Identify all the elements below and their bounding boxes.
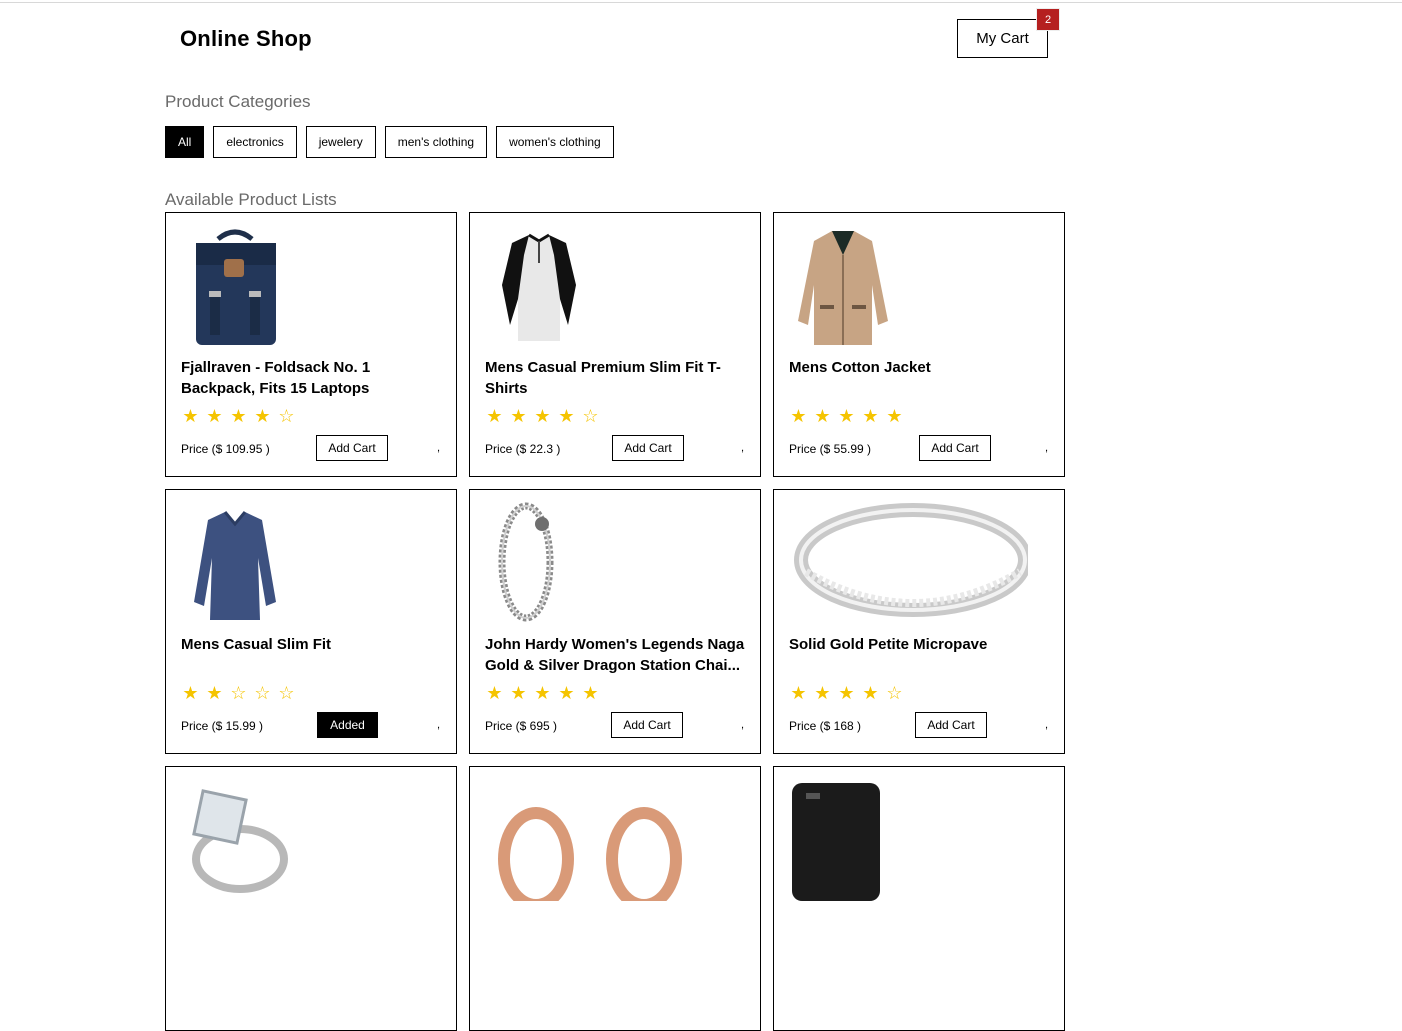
my-cart-button[interactable]: My Cart	[957, 19, 1048, 58]
category-mens-clothing[interactable]: men's clothing	[384, 126, 488, 158]
product-price: Price ($ 22.3 )	[485, 442, 561, 456]
rating-stars: ★ ★ ★ ★ ☆	[789, 683, 904, 703]
category-electronics[interactable]: electronics	[213, 126, 297, 158]
star-filled-icon: ★	[862, 406, 879, 426]
category-all[interactable]: All	[165, 126, 205, 158]
product-title: Mens Cotton Jacket	[789, 359, 931, 376]
longsleeve-image	[180, 502, 290, 624]
diamond-ring-image	[180, 779, 290, 901]
product-price: Price ($ 109.95 )	[181, 442, 270, 456]
star-filled-icon: ★	[814, 683, 831, 703]
product-title: Mens Casual Slim Fit	[181, 636, 332, 653]
product-price: Price ($ 15.99 )	[181, 719, 264, 733]
hard-drive-image	[788, 779, 898, 901]
star-filled-icon: ★	[486, 406, 503, 426]
star-filled-icon: ★	[582, 683, 599, 703]
star-filled-icon: ★	[182, 406, 199, 426]
bracelet-image	[484, 502, 594, 624]
product-title: Mens Casual Premium Slim Fit T-Shirts	[485, 359, 721, 397]
product-card: Mens Casual Premium Slim Fit T-Shirts ★ ★ ★…	[469, 212, 761, 477]
product-card: John Hardy Women's Legends Naga Gold & S…	[469, 489, 761, 754]
product-card: Mens Cotton Jacket ★ ★ ★ ★ ★ Price ($ 55.99 ) A…	[773, 212, 1065, 477]
star-filled-icon: ★	[814, 406, 831, 426]
star-filled-icon: ★	[206, 683, 223, 703]
star-empty-icon: ☆	[278, 683, 295, 703]
rating-stars: ★ ★ ☆ ☆ ☆	[181, 683, 296, 703]
product-title: Solid Gold Petite Micropave	[789, 636, 988, 653]
card-suffix: ,	[741, 442, 745, 454]
products-heading: Available Product Lists	[165, 190, 337, 209]
product-card	[469, 766, 761, 1031]
product-title: John Hardy Women's Legends Naga Gold & S…	[485, 636, 745, 674]
rating-stars: ★ ★ ★ ★ ★	[485, 683, 600, 703]
star-filled-icon: ★	[486, 683, 503, 703]
star-empty-icon: ☆	[278, 406, 295, 426]
add-cart-button[interactable]: Add Cart	[316, 435, 388, 461]
category-jewelery[interactable]: jewelery	[305, 126, 376, 158]
card-suffix: ,	[1045, 719, 1049, 731]
star-filled-icon: ★	[838, 406, 855, 426]
star-filled-icon: ★	[206, 406, 223, 426]
brand-title: Online Shop	[180, 26, 312, 51]
rose-gold-plugs-image	[484, 779, 682, 911]
product-card	[773, 766, 1065, 1031]
product-price: Price ($ 55.99 )	[789, 442, 872, 456]
card-suffix: ,	[1045, 442, 1049, 454]
star-filled-icon: ★	[862, 683, 879, 703]
tshirt-image	[484, 225, 594, 347]
rating-stars: ★ ★ ★ ★ ★	[789, 406, 904, 426]
product-title: Fjallraven - Foldsack No. 1 Backpack, Fi…	[181, 359, 371, 397]
product-card: Solid Gold Petite Micropave ★ ★ ★ ★ ☆ Price ($…	[773, 489, 1065, 754]
star-filled-icon: ★	[558, 683, 575, 703]
rating-stars: ★ ★ ★ ★ ☆	[181, 406, 296, 426]
star-filled-icon: ★	[790, 683, 807, 703]
star-filled-icon: ★	[534, 406, 551, 426]
star-filled-icon: ★	[230, 406, 247, 426]
category-filter-bar: All electronics jewelery men's clothing …	[165, 126, 614, 158]
ring-image	[788, 502, 1032, 624]
star-empty-icon: ☆	[254, 683, 271, 703]
card-suffix: ,	[437, 719, 441, 731]
star-empty-icon: ☆	[886, 683, 903, 703]
star-filled-icon: ★	[510, 406, 527, 426]
star-filled-icon: ★	[510, 683, 527, 703]
jacket-image	[788, 225, 898, 347]
product-price: Price ($ 168 )	[789, 719, 862, 733]
star-filled-icon: ★	[838, 683, 855, 703]
star-empty-icon: ☆	[582, 406, 599, 426]
card-suffix: ,	[741, 719, 745, 731]
top-divider	[0, 2, 1402, 3]
add-cart-button[interactable]: Add Cart	[915, 712, 987, 738]
rating-stars: ★ ★ ★ ★ ☆	[485, 406, 600, 426]
star-filled-icon: ★	[558, 406, 575, 426]
cart-count-badge: 2	[1036, 8, 1060, 31]
star-filled-icon: ★	[534, 683, 551, 703]
product-price: Price ($ 695 )	[485, 719, 558, 733]
product-card: Fjallraven - Foldsack No. 1 Backpack, Fi…	[165, 212, 457, 477]
star-empty-icon: ☆	[230, 683, 247, 703]
star-filled-icon: ★	[182, 683, 199, 703]
categories-heading: Product Categories	[165, 92, 311, 111]
category-womens-clothing[interactable]: women's clothing	[496, 126, 614, 158]
add-cart-button[interactable]: Add Cart	[919, 435, 991, 461]
product-card: Mens Casual Slim Fit ★ ★ ☆ ☆ ☆ Price ($ 15.99 …	[165, 489, 457, 754]
star-filled-icon: ★	[886, 406, 903, 426]
star-filled-icon: ★	[790, 406, 807, 426]
add-cart-button[interactable]: Add Cart	[611, 712, 683, 738]
added-to-cart-button[interactable]: Added	[317, 712, 378, 738]
product-card	[165, 766, 457, 1031]
card-suffix: ,	[437, 442, 441, 454]
star-filled-icon: ★	[254, 406, 271, 426]
backpack-image	[180, 225, 290, 347]
add-cart-button[interactable]: Add Cart	[612, 435, 684, 461]
